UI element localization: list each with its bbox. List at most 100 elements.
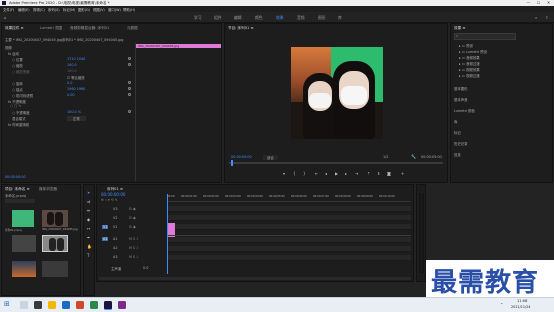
- project-item-image-4[interactable]: [12, 261, 36, 277]
- play-icon[interactable]: ▶: [335, 171, 338, 176]
- selection-tool-icon[interactable]: ➤: [87, 190, 90, 195]
- workspace-graphics[interactable]: 图形: [318, 15, 326, 21]
- tab-project[interactable]: 项目: 未命名 ≡: [5, 187, 29, 192]
- section-time-remap[interactable]: fx 时间重映射: [8, 122, 29, 127]
- lift-icon[interactable]: ⇡: [367, 171, 370, 176]
- track-a1-source[interactable]: A1: [102, 237, 109, 241]
- effects-search-input[interactable]: [454, 33, 516, 40]
- search-icon[interactable]: ⌕: [535, 15, 537, 20]
- task-view-icon[interactable]: [34, 301, 42, 309]
- effect-controls-timecode[interactable]: 00:00:00:00: [5, 175, 26, 179]
- track-a3-controls[interactable]: M S ♪: [129, 255, 138, 259]
- uniform-scale-checkbox[interactable]: ☑ 等比缩放: [67, 75, 85, 80]
- project-search-input[interactable]: [5, 199, 35, 203]
- workspace-learn[interactable]: 学习: [194, 15, 202, 21]
- quality-select[interactable]: 1/2: [383, 155, 388, 159]
- project-item-image-5[interactable]: [42, 261, 68, 277]
- tab-media-browser[interactable]: 媒体浏览器: [39, 187, 57, 192]
- effects-folder-lumetri[interactable]: ▸ ▭ Lumetri 预设: [459, 49, 487, 54]
- taskbar-clock-date[interactable]: 2021/11/24: [511, 305, 531, 309]
- track-a2-controls[interactable]: M S ♪: [129, 246, 138, 250]
- playhead-marker[interactable]: [231, 160, 233, 166]
- track-select-tool-icon[interactable]: ⇉: [87, 199, 90, 204]
- go-to-in-icon[interactable]: ⇤: [315, 171, 318, 176]
- track-v2-label[interactable]: V2: [113, 216, 117, 220]
- track-v3-label[interactable]: V3: [113, 207, 117, 211]
- track-v1-label[interactable]: V1: [113, 225, 117, 229]
- project-item-image-1[interactable]: [42, 210, 68, 227]
- add-marker-icon[interactable]: ▾: [283, 171, 285, 176]
- reset-antiflicker-icon[interactable]: [128, 93, 131, 96]
- reset-position-icon[interactable]: [128, 57, 131, 60]
- taskbar-clock-time[interactable]: 11:08: [517, 299, 527, 303]
- pen-tool-icon[interactable]: ✒: [87, 235, 90, 240]
- workspace-color[interactable]: 颜色: [255, 15, 263, 21]
- track-v3-lane[interactable]: [167, 206, 411, 212]
- track-a3-lane[interactable]: [167, 255, 411, 261]
- workspace-libraries[interactable]: 库: [338, 15, 342, 21]
- track-a1-lane[interactable]: [167, 237, 411, 243]
- panel-info[interactable]: 信息: [454, 152, 461, 157]
- app-icon-purple[interactable]: [118, 301, 126, 309]
- workspace-edit[interactable]: 编辑: [234, 15, 242, 21]
- system-tray-icon[interactable]: ⌃: [500, 302, 503, 307]
- track-a1-label[interactable]: A1: [113, 237, 117, 241]
- extract-icon[interactable]: ⇞: [377, 171, 380, 176]
- app-icon-red[interactable]: [76, 301, 84, 309]
- app-icon-green[interactable]: [90, 301, 98, 309]
- home-icon[interactable]: ⌂: [4, 15, 7, 20]
- prop-scale-value[interactable]: 100.0: [67, 63, 77, 67]
- track-a1-controls[interactable]: M S ♪: [129, 237, 138, 241]
- type-tool-icon[interactable]: T: [87, 253, 89, 258]
- panel-lumetri-color[interactable]: Lumetri 颜色: [454, 108, 475, 113]
- track-a2-label[interactable]: A2: [113, 246, 117, 250]
- reset-opacity-icon[interactable]: [128, 110, 131, 113]
- panel-markers[interactable]: 标记: [454, 130, 461, 135]
- timeline-playhead[interactable]: [167, 194, 168, 274]
- reset-anchor-icon[interactable]: [128, 87, 131, 90]
- timeline-title[interactable]: 序列01 ≡: [107, 187, 123, 192]
- effects-folder-presets[interactable]: ▸ ▭ 预设: [459, 43, 473, 48]
- workspace-effects[interactable]: 效果: [276, 15, 284, 21]
- blend-mode-select[interactable]: 正常: [67, 116, 86, 121]
- wrench-icon[interactable]: 🔧: [411, 154, 416, 159]
- effects-panel-title[interactable]: 效果 ≡: [454, 26, 465, 31]
- step-back-icon[interactable]: ◂: [325, 171, 327, 176]
- time-ruler[interactable]: 00:00 00:00:01:00 00:00:02:00 00:00:03:0…: [167, 194, 411, 202]
- hand-tool-icon[interactable]: ✋: [87, 244, 92, 249]
- ripple-edit-tool-icon[interactable]: ⇹: [87, 208, 90, 213]
- panel-essential-sound[interactable]: 基本声音: [454, 97, 468, 102]
- effects-folder-audio-effects[interactable]: ▸ ▭ 音频效果: [459, 55, 480, 60]
- program-timecode-current[interactable]: 00:00:00:00: [231, 155, 252, 159]
- track-a3-label[interactable]: A3: [113, 255, 117, 259]
- mask-shape-icons[interactable]: ○ □ ✎: [10, 104, 21, 108]
- effects-folder-video-transitions[interactable]: ▸ ▭ 视频过渡: [459, 73, 480, 78]
- track-a2-lane[interactable]: [167, 246, 411, 252]
- panel-history[interactable]: 历史记录: [454, 141, 468, 146]
- go-to-out-icon[interactable]: ⇥: [355, 171, 358, 176]
- export-frame-icon[interactable]: ◙: [387, 171, 391, 176]
- windows-start-icon[interactable]: ⊞: [4, 300, 10, 308]
- track-v1-source[interactable]: V1: [102, 225, 109, 229]
- project-item-sequence[interactable]: [12, 210, 34, 227]
- prop-anchor-value[interactable]: 1960 1960: [67, 87, 85, 91]
- tab-lumetri-scopes[interactable]: Lumetri 范围: [40, 26, 62, 31]
- premiere-taskbar-icon[interactable]: [104, 301, 112, 310]
- timeline-scrollbar[interactable]: [99, 277, 411, 280]
- program-monitor-title[interactable]: 节目: 序列01 ≡: [228, 26, 253, 31]
- panel-libraries[interactable]: 库: [454, 119, 457, 124]
- sequence-clip-label[interactable]: 序列01 * IMG_20200407_094045.jpg: [62, 37, 123, 42]
- workspace-assembly[interactable]: 组件: [214, 15, 222, 21]
- track-v2-controls[interactable]: ⊟ ◉: [129, 216, 136, 220]
- prop-opacity-value[interactable]: 100.0 %: [67, 110, 81, 114]
- timeline-tool-icons[interactable]: ⊕ ⌁ ▾ ⟲ ✎: [101, 198, 118, 202]
- track-v3-controls[interactable]: ⊟ ◉: [129, 207, 136, 211]
- effects-folder-audio-transitions[interactable]: ▸ ▭ 音频过渡: [459, 61, 480, 66]
- source-clip-label[interactable]: 主要 * IMG_20200407_094045.jpg: [5, 37, 62, 42]
- browser-icon[interactable]: [62, 301, 70, 309]
- search-taskbar-icon[interactable]: [20, 301, 28, 309]
- timeline-timecode[interactable]: 00:00:00:00: [101, 192, 125, 197]
- share-icon[interactable]: ⇪: [545, 15, 548, 20]
- step-forward-icon[interactable]: ▸: [345, 171, 347, 176]
- workspace-audio[interactable]: 音频: [297, 15, 305, 21]
